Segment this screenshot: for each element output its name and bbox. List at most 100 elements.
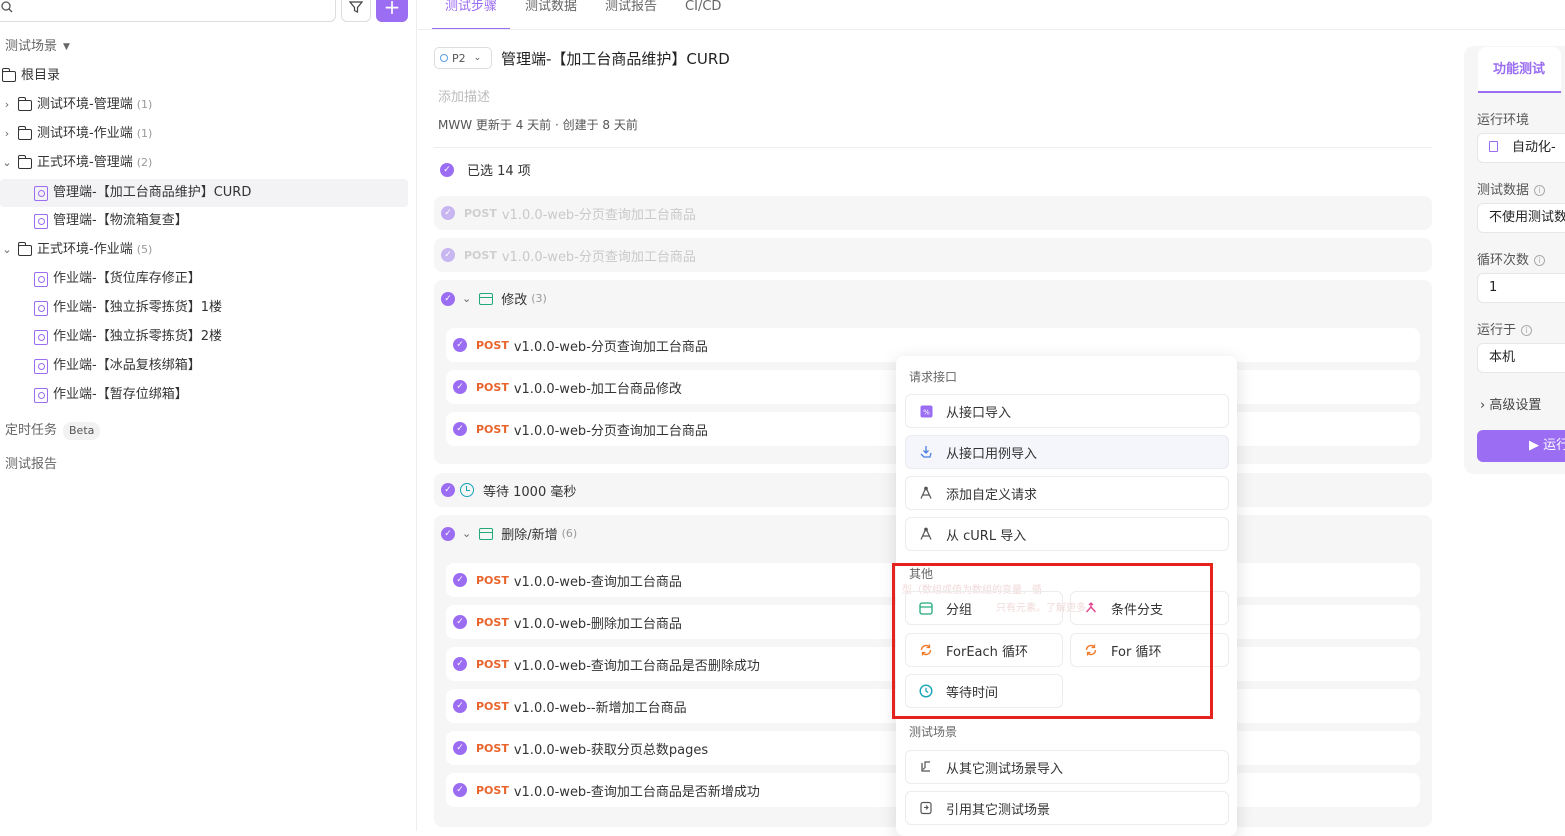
checkbox-checked-icon[interactable]: ✓ — [453, 573, 467, 587]
env-select[interactable]: 自动化- — [1477, 133, 1565, 163]
http-method: POST — [476, 657, 509, 671]
chevron-down-icon[interactable]: ⌄ — [462, 527, 471, 540]
tab-test-data[interactable]: 测试数据 — [512, 0, 590, 30]
step-row-disabled[interactable]: ✓ POST v1.0.0-web-分页查询加工台商品 — [434, 238, 1432, 272]
menu-item-label: 从其它测试场景导入 — [946, 761, 1064, 777]
test-reports-label: 测试报告 — [5, 457, 58, 472]
folder-icon — [18, 241, 32, 256]
tree-folder-count: (1) — [136, 98, 153, 111]
step-group-header[interactable]: ✓ ⌄ 删除/新增 (6) — [441, 524, 577, 543]
menu-item-reference-scene[interactable]: 引用其它测试场景 — [905, 791, 1229, 825]
run-button[interactable]: ▶ 运行 — [1477, 430, 1565, 462]
menu-section-scene: 测试场景 — [909, 725, 958, 739]
priority-dot-icon — [440, 54, 448, 62]
tree-scene-label: 作业端-【货位库存修正】 — [53, 271, 201, 286]
info-icon[interactable]: i — [1534, 185, 1546, 196]
chevron-right-icon: › — [4, 98, 10, 111]
tab-test-reports[interactable]: 测试报告 — [592, 0, 670, 30]
env-label: 运行环境 — [1477, 113, 1530, 128]
step-name: v1.0.0-web-查询加工台商品是否新增成功 — [513, 784, 760, 800]
menu-item-import-curl[interactable]: 从 cURL 导入 — [905, 517, 1229, 551]
tree-scene-active[interactable]: 管理端-【加工台商品维护】CURD — [0, 179, 408, 207]
priority-value: P2 — [452, 51, 466, 65]
page-title[interactable]: 管理端-【加工台商品维护】CURD — [501, 48, 730, 69]
checkbox-checked-icon[interactable]: ✓ — [441, 206, 455, 220]
tree-scene[interactable]: 作业端-【货位库存修正】 — [34, 265, 201, 293]
tree-folder[interactable]: › 测试环境-作业端 (1) — [0, 120, 152, 148]
checkbox-checked-icon[interactable]: ✓ — [441, 248, 455, 262]
checkbox-checked-icon[interactable]: ✓ — [441, 483, 455, 497]
test-reports-link[interactable]: 测试报告 — [5, 451, 57, 479]
menu-item-custom-request[interactable]: 添加自定义请求 — [905, 476, 1229, 510]
env-value: 自动化- — [1512, 140, 1556, 155]
menu-section-request: 请求接口 — [909, 370, 958, 384]
checkbox-checked-icon[interactable]: ✓ — [453, 741, 467, 755]
tab-functional-test[interactable]: 功能测试 — [1478, 47, 1561, 93]
scene-icon — [34, 329, 48, 345]
run-on-label: 运行于 — [1477, 323, 1517, 338]
checkbox-checked-icon[interactable]: ✓ — [440, 162, 454, 177]
checkbox-checked-icon[interactable]: ✓ — [441, 526, 455, 541]
tree-scene-label: 作业端-【独立拆零拣货】1楼 — [53, 300, 222, 315]
menu-item-label: 添加自定义请求 — [946, 487, 1038, 503]
tree-scene[interactable]: 作业端-【暂存位绑箱】 — [34, 381, 188, 409]
tree-folder[interactable]: › 测试环境-管理端 (1) — [0, 91, 152, 119]
tab-ci-cd[interactable]: CI/CD — [672, 0, 734, 30]
step-name: v1.0.0-web-查询加工台商品是否删除成功 — [513, 658, 760, 674]
test-data-label-row: 测试数据 i — [1477, 179, 1546, 198]
chevron-right-icon: › — [4, 127, 10, 140]
add-scene-button[interactable]: + — [376, 0, 408, 22]
tab-test-steps[interactable]: 测试步骤 — [432, 0, 511, 30]
menu-item-import-case[interactable]: 从接口用例导入 — [905, 435, 1229, 469]
tree-folder[interactable]: ⌄ 正式环境-作业端 (5) — [0, 236, 152, 264]
loop-count-label: 循环次数 — [1477, 253, 1530, 268]
folder-icon — [18, 96, 32, 111]
run-on-select[interactable]: 本机 — [1477, 343, 1565, 373]
group-count: (6) — [561, 527, 578, 540]
scene-icon — [34, 213, 48, 229]
loop-count-input[interactable]: 1 — [1477, 273, 1565, 303]
checkbox-checked-icon[interactable]: ✓ — [441, 291, 455, 306]
tree-folder[interactable]: ⌄ 正式环境-管理端 (2) — [0, 149, 152, 177]
clock-icon — [460, 483, 474, 497]
scheduled-tasks-label: 定时任务 — [5, 423, 58, 438]
filter-button[interactable] — [341, 0, 371, 22]
tree-scene[interactable]: 作业端-【冰品复核绑箱】 — [34, 352, 201, 380]
tree-scene[interactable]: 管理端-【物流箱复查】 — [34, 207, 188, 235]
tree-scene[interactable]: 作业端-【独立拆零拣货】1楼 — [34, 294, 222, 322]
checkbox-checked-icon[interactable]: ✓ — [453, 422, 467, 436]
scheduled-tasks-link[interactable]: 定时任务 Beta — [5, 417, 101, 445]
checkbox-checked-icon[interactable]: ✓ — [453, 338, 467, 352]
tree-root-label: 根目录 — [21, 68, 61, 83]
tab-bar: 测试步骤 测试数据 测试报告 CI/CD — [432, 0, 736, 30]
step-name: v1.0.0-web-分页查询加工台商品 — [501, 249, 696, 265]
description-field[interactable]: 添加描述 — [438, 86, 490, 105]
checkbox-checked-icon[interactable]: ✓ — [453, 615, 467, 629]
step-group-header[interactable]: ✓ ⌄ 修改 (3) — [441, 289, 547, 308]
scene-section-header[interactable]: 测试场景 ▼ — [5, 33, 70, 61]
checkbox-checked-icon[interactable]: ✓ — [453, 699, 467, 713]
tree-root[interactable]: 根目录 — [2, 62, 60, 90]
priority-select[interactable]: P2 ⌄ — [434, 47, 492, 69]
info-icon[interactable]: i — [1534, 255, 1546, 266]
step-row-disabled[interactable]: ✓ POST v1.0.0-web-分页查询加工台商品 — [434, 196, 1432, 230]
select-all-row[interactable]: ✓ 已选 14 项 — [440, 160, 531, 179]
checkbox-checked-icon[interactable]: ✓ — [453, 783, 467, 797]
tree-folder-count: (5) — [136, 243, 153, 256]
menu-item-import-api[interactable]: % 从接口导入 — [905, 394, 1229, 428]
checkbox-checked-icon[interactable]: ✓ — [453, 380, 467, 394]
chevron-right-icon: › — [1480, 398, 1486, 413]
http-method: POST — [476, 573, 509, 587]
checkbox-checked-icon[interactable]: ✓ — [453, 657, 467, 671]
chevron-down-icon: ⌄ — [2, 156, 12, 169]
advanced-settings-toggle[interactable]: › 高级设置 — [1480, 394, 1541, 413]
search-input[interactable] — [0, 0, 336, 22]
caret-down-icon: ▼ — [63, 42, 70, 52]
menu-item-import-scene[interactable]: 从其它测试场景导入 — [905, 750, 1229, 784]
tree-scene[interactable]: 作业端-【独立拆零拣货】2楼 — [34, 323, 222, 351]
import-case-icon — [919, 445, 933, 459]
menu-item-label: 从 cURL 导入 — [946, 528, 1027, 544]
chevron-down-icon[interactable]: ⌄ — [462, 292, 471, 305]
test-data-select[interactable]: 不使用测试数 — [1477, 203, 1565, 233]
info-icon[interactable]: i — [1521, 325, 1533, 336]
